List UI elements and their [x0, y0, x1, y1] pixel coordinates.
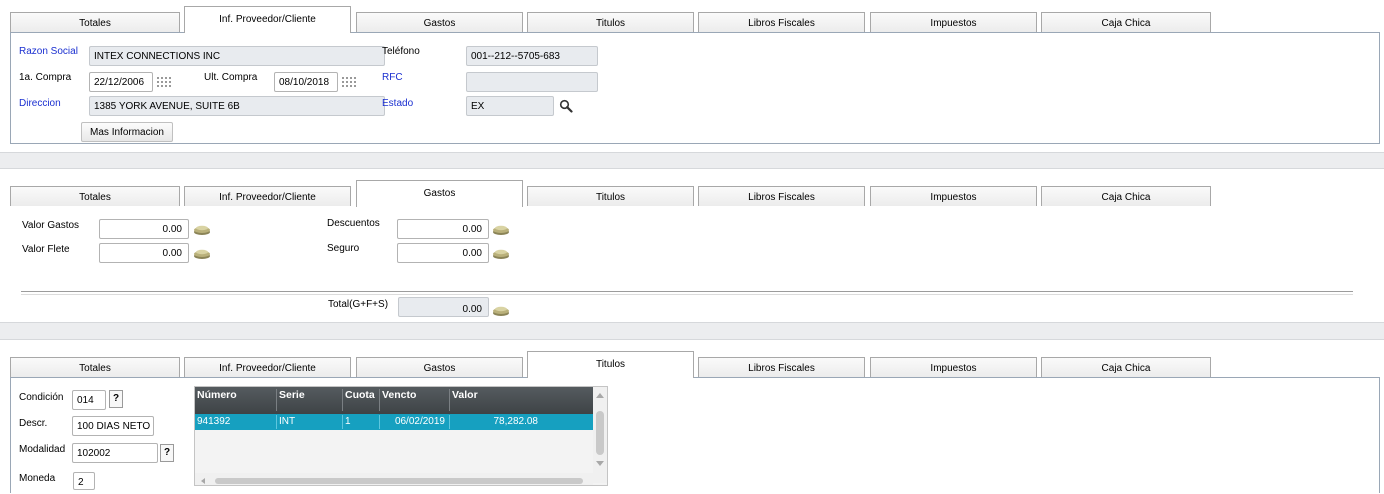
- cell-vencto: 06/02/2019: [380, 415, 450, 429]
- tab-titulos[interactable]: Titulos: [527, 351, 694, 378]
- modalidad-field[interactable]: 102002: [72, 443, 158, 463]
- panel-proveedor: Totales Inf. Proveedor/Cliente Gastos Ti…: [0, 0, 1384, 152]
- cell-numero: 941392: [195, 415, 277, 429]
- scroll-down-icon[interactable]: [596, 461, 604, 466]
- grid-header-serie[interactable]: Serie: [277, 389, 343, 411]
- panel-separator: [0, 322, 1384, 340]
- tab-impuestos[interactable]: Impuestos: [870, 12, 1037, 32]
- rfc-label[interactable]: RFC: [382, 72, 403, 83]
- coins-icon[interactable]: [492, 224, 510, 236]
- search-icon[interactable]: [559, 99, 573, 113]
- proveedor-content: Razon Social INTEX CONNECTIONS INC Teléf…: [10, 32, 1380, 144]
- divider: [21, 291, 1353, 295]
- grid-header: Número Serie Cuota Vencto Valor: [195, 387, 593, 414]
- tab-impuestos[interactable]: Impuestos: [870, 186, 1037, 206]
- tab-gastos[interactable]: Gastos: [356, 357, 523, 377]
- razon-social-field[interactable]: INTEX CONNECTIONS INC: [89, 46, 385, 66]
- valor-gastos-field[interactable]: 0.00: [99, 219, 189, 239]
- grid-header-numero[interactable]: Número: [195, 389, 277, 411]
- scroll-thumb[interactable]: [596, 411, 604, 455]
- estado-field[interactable]: EX: [466, 96, 554, 116]
- tab-titulos[interactable]: Titulos: [527, 12, 694, 32]
- ult-compra-label: Ult. Compra: [204, 72, 258, 83]
- gastos-content: Valor Gastos 0.00 Valor Flete 0.00 Descu…: [10, 206, 1380, 320]
- total-field[interactable]: 0.00: [398, 297, 489, 317]
- ult-compra-field[interactable]: 08/10/2018: [274, 72, 338, 92]
- table-row[interactable]: 941392 INT 1 06/02/2019 78,282.08: [195, 414, 593, 430]
- tab-libros-fiscales[interactable]: Libros Fiscales: [698, 12, 865, 32]
- tab-impuestos[interactable]: Impuestos: [870, 357, 1037, 377]
- tab-totales[interactable]: Totales: [10, 186, 180, 206]
- rfc-field[interactable]: [466, 72, 598, 92]
- moneda-label: Moneda: [19, 473, 56, 484]
- descr-field[interactable]: 100 DIAS NETO: [72, 416, 154, 436]
- grid-header-cuota[interactable]: Cuota: [343, 389, 380, 411]
- tab-gastos[interactable]: Gastos: [356, 12, 523, 32]
- coins-icon[interactable]: [193, 224, 211, 236]
- cell-cuota: 1: [343, 415, 380, 429]
- descuentos-field[interactable]: 0.00: [397, 219, 489, 239]
- condicion-field[interactable]: 014: [72, 390, 106, 410]
- telefono-field[interactable]: 001--212--5705-683: [466, 46, 598, 66]
- descuentos-label: Descuentos: [327, 218, 380, 229]
- condicion-label: Condición: [19, 392, 64, 403]
- valor-gastos-label: Valor Gastos: [22, 220, 80, 231]
- estado-label[interactable]: Estado: [382, 98, 413, 109]
- tabbar: Totales Inf. Proveedor/Cliente Gastos Ti…: [10, 351, 1384, 378]
- tab-caja-chica[interactable]: Caja Chica: [1041, 186, 1211, 206]
- moneda-field[interactable]: 2: [73, 472, 95, 490]
- titulos-content: Condición 014 ? Descr. 100 DIAS NETO Mod…: [10, 377, 1380, 493]
- tabbar: Totales Inf. Proveedor/Cliente Gastos Ti…: [10, 180, 1384, 207]
- seguro-field[interactable]: 0.00: [397, 243, 489, 263]
- seguro-label: Seguro: [327, 243, 360, 254]
- mas-informacion-button[interactable]: Mas Informacion: [81, 122, 173, 142]
- cell-serie: INT: [277, 415, 343, 429]
- tab-totales[interactable]: Totales: [10, 12, 180, 32]
- telefono-label: Teléfono: [382, 46, 420, 57]
- calendar-icon[interactable]: [157, 76, 171, 87]
- razon-social-label[interactable]: Razon Social: [19, 46, 78, 57]
- tab-libros-fiscales[interactable]: Libros Fiscales: [698, 186, 865, 206]
- scroll-left-icon[interactable]: [201, 478, 205, 484]
- scroll-up-icon[interactable]: [596, 393, 604, 398]
- condicion-lookup-button[interactable]: ?: [109, 390, 123, 408]
- coins-icon[interactable]: [193, 248, 211, 260]
- cell-valor: 78,282.08: [493, 416, 539, 427]
- direccion-label[interactable]: Direccion: [19, 98, 61, 109]
- scroll-thumb[interactable]: [215, 478, 583, 484]
- tab-titulos[interactable]: Titulos: [527, 186, 694, 206]
- panel-titulos: Totales Inf. Proveedor/Cliente Gastos Ti…: [0, 341, 1384, 494]
- tab-inf-proveedor[interactable]: Inf. Proveedor/Cliente: [184, 357, 351, 377]
- descr-label: Descr.: [19, 418, 48, 429]
- tab-gastos[interactable]: Gastos: [356, 180, 523, 207]
- tab-libros-fiscales[interactable]: Libros Fiscales: [698, 357, 865, 377]
- total-label: Total(G+F+S): [328, 299, 389, 310]
- primera-compra-field[interactable]: 22/12/2006: [89, 72, 153, 92]
- modalidad-label: Modalidad: [19, 444, 66, 455]
- grid-vertical-scrollbar[interactable]: [593, 387, 607, 483]
- grid-header-vencto[interactable]: Vencto: [380, 389, 450, 411]
- tab-inf-proveedor[interactable]: Inf. Proveedor/Cliente: [184, 6, 351, 33]
- modalidad-lookup-button[interactable]: ?: [160, 444, 174, 462]
- valor-flete-label: Valor Flete: [22, 244, 70, 255]
- grid-header-valor[interactable]: Valor: [450, 389, 593, 411]
- tab-caja-chica[interactable]: Caja Chica: [1041, 357, 1211, 377]
- direccion-field[interactable]: 1385 YORK AVENUE, SUITE 6B: [89, 96, 385, 116]
- titulos-grid[interactable]: Número Serie Cuota Vencto Valor 941392 I…: [194, 386, 608, 486]
- tabbar: Totales Inf. Proveedor/Cliente Gastos Ti…: [10, 6, 1384, 33]
- panel-separator: [0, 152, 1384, 169]
- tab-totales[interactable]: Totales: [10, 357, 180, 377]
- grid-horizontal-scrollbar[interactable]: [195, 473, 593, 485]
- primera-compra-label: 1a. Compra: [19, 72, 72, 83]
- valor-flete-field[interactable]: 0.00: [99, 243, 189, 263]
- coins-icon[interactable]: [492, 305, 510, 317]
- panel-gastos: Totales Inf. Proveedor/Cliente Gastos Ti…: [0, 170, 1384, 322]
- coins-icon[interactable]: [492, 248, 510, 260]
- tab-inf-proveedor[interactable]: Inf. Proveedor/Cliente: [184, 186, 351, 206]
- calendar-icon[interactable]: [342, 76, 356, 87]
- tab-caja-chica[interactable]: Caja Chica: [1041, 12, 1211, 32]
